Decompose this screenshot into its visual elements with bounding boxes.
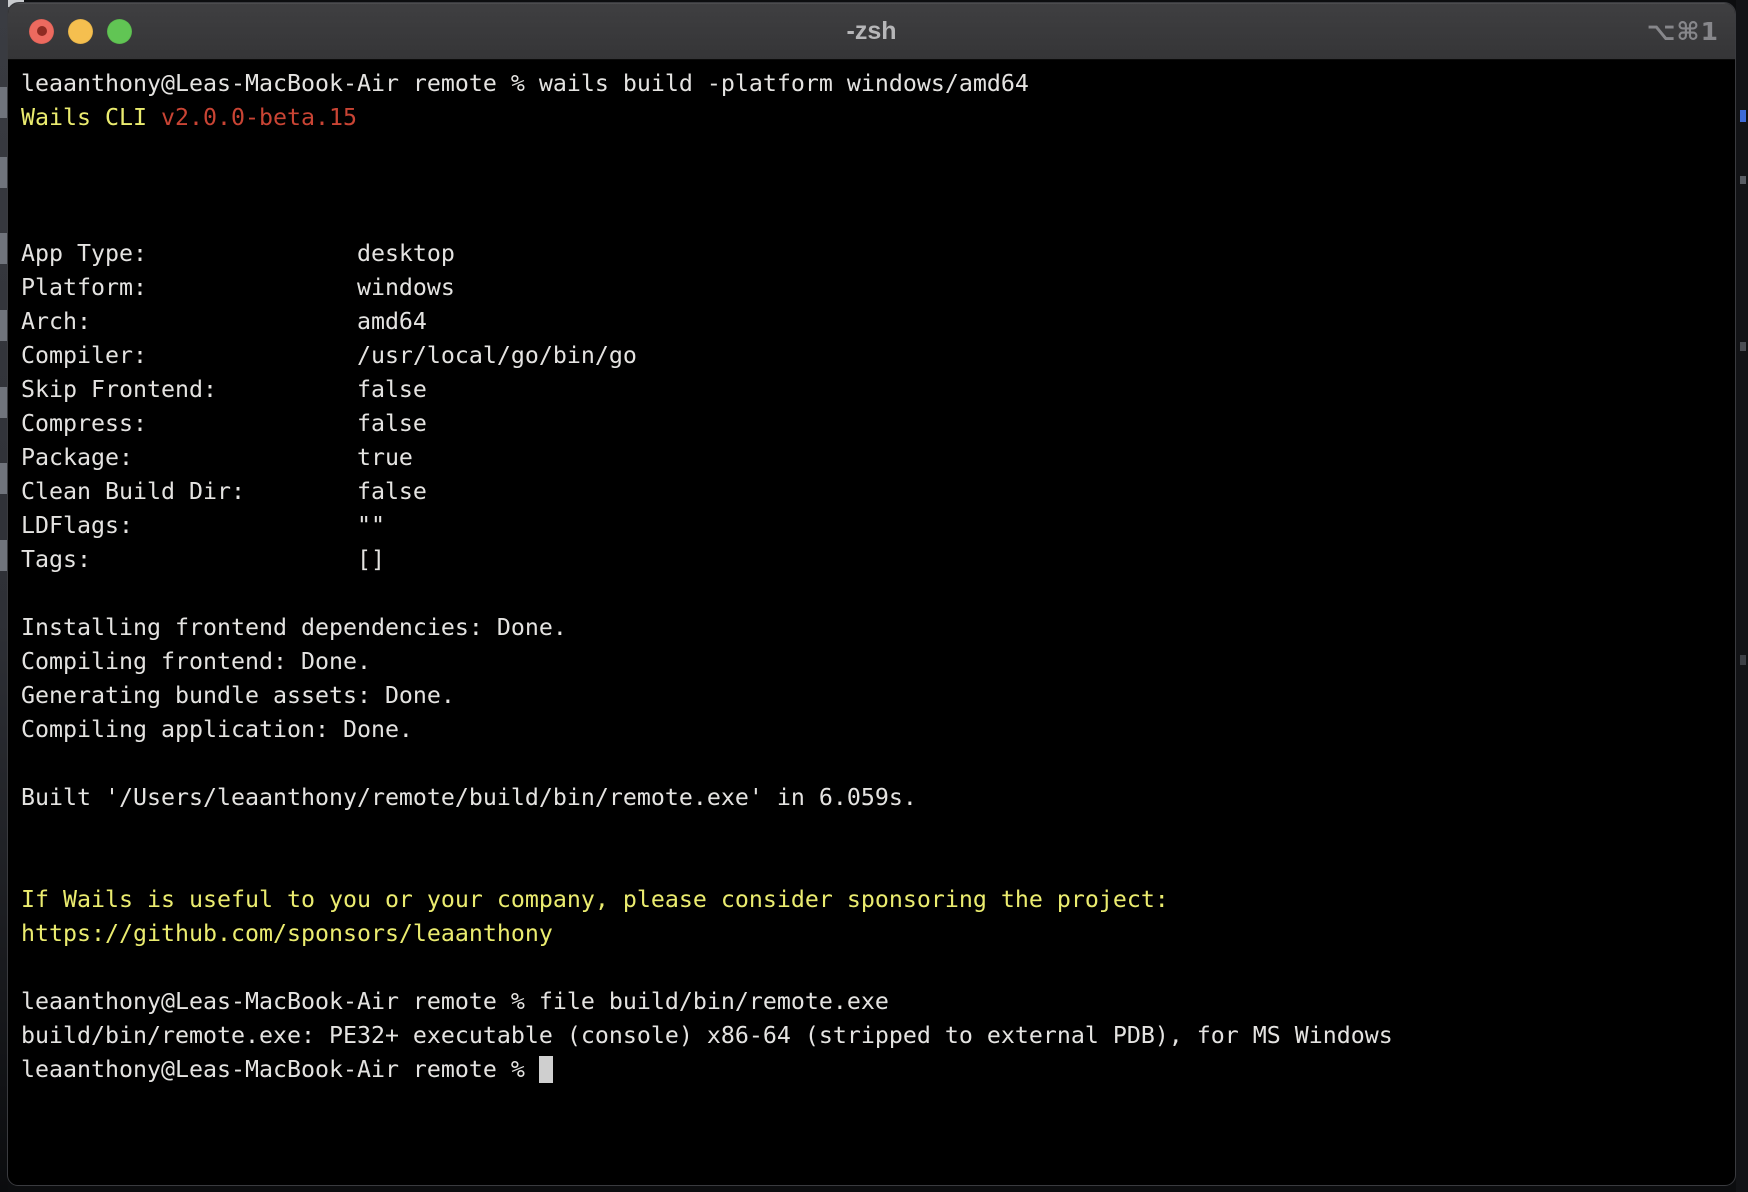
terminal-text: build/bin/remote.exe: PE32+ executable (… <box>21 1022 1393 1049</box>
traffic-lights <box>29 3 132 59</box>
terminal-text: Arch: amd64 <box>21 308 427 335</box>
terminal-window: -zsh ⌥⌘1 leaanthony@Leas-MacBook-Air rem… <box>7 2 1736 1186</box>
background-sliver-speck <box>1740 342 1746 351</box>
terminal-line: https://github.com/sponsors/leaanthony <box>21 917 1722 951</box>
terminal-text: Compress: false <box>21 410 427 437</box>
terminal-line: Generating bundle assets: Done. <box>21 679 1722 713</box>
window-title: -zsh <box>8 3 1735 59</box>
terminal-line: Clean Build Dir: false <box>21 475 1722 509</box>
window-shortcut-badge: ⌥⌘1 <box>1647 3 1719 59</box>
terminal-line: If Wails is useful to you or your compan… <box>21 883 1722 917</box>
terminal-line: leaanthony@Leas-MacBook-Air remote % wai… <box>21 67 1722 101</box>
terminal-text: Wails CLI <box>21 104 161 131</box>
terminal-text: Compiler: /usr/local/go/bin/go <box>21 342 637 369</box>
terminal-text: Built '/Users/leaanthony/remote/build/bi… <box>21 784 917 811</box>
close-icon <box>37 26 47 36</box>
background-sliver-speck <box>1740 110 1746 122</box>
terminal-line <box>21 747 1722 781</box>
terminal-text: Compiling application: Done. <box>21 716 413 743</box>
background-sliver-speck <box>1740 176 1746 184</box>
terminal-line <box>21 577 1722 611</box>
titlebar[interactable]: -zsh ⌥⌘1 <box>8 3 1735 60</box>
terminal-line <box>21 135 1722 169</box>
terminal-line: Compiling frontend: Done. <box>21 645 1722 679</box>
terminal-line <box>21 849 1722 883</box>
background-window-right-sliver <box>1736 0 1748 1192</box>
terminal-text: https://github.com/sponsors/leaanthony <box>21 920 553 947</box>
terminal-line: build/bin/remote.exe: PE32+ executable (… <box>21 1019 1722 1053</box>
terminal-line: Skip Frontend: false <box>21 373 1722 407</box>
terminal-text: leaanthony@Leas-MacBook-Air remote % wai… <box>21 70 1029 97</box>
terminal-line: Tags: [] <box>21 543 1722 577</box>
terminal-text: v2.0.0-beta.15 <box>161 104 357 131</box>
terminal-line <box>21 203 1722 237</box>
terminal-text: Clean Build Dir: false <box>21 478 427 505</box>
terminal-text: Skip Frontend: false <box>21 376 427 403</box>
terminal-text: Installing frontend dependencies: Done. <box>21 614 567 641</box>
terminal-line: App Type: desktop <box>21 237 1722 271</box>
terminal-text: Compiling frontend: Done. <box>21 648 371 675</box>
terminal-line <box>21 951 1722 985</box>
terminal-text: App Type: desktop <box>21 240 455 267</box>
terminal-line: leaanthony@Leas-MacBook-Air remote % fil… <box>21 985 1722 1019</box>
terminal-text: LDFlags: "" <box>21 512 385 539</box>
terminal-text: Package: true <box>21 444 413 471</box>
terminal-line: leaanthony@Leas-MacBook-Air remote % <box>21 1053 1722 1087</box>
terminal-line: Arch: amd64 <box>21 305 1722 339</box>
cursor <box>539 1056 553 1083</box>
terminal-line <box>21 815 1722 849</box>
terminal-line: Wails CLI v2.0.0-beta.15 <box>21 101 1722 135</box>
terminal-line: Package: true <box>21 441 1722 475</box>
terminal-line: Compiling application: Done. <box>21 713 1722 747</box>
terminal-line: Installing frontend dependencies: Done. <box>21 611 1722 645</box>
terminal-text: Generating bundle assets: Done. <box>21 682 455 709</box>
terminal-text: Tags: [] <box>21 546 385 573</box>
background-sliver-speck <box>1740 655 1746 665</box>
terminal-text: leaanthony@Leas-MacBook-Air remote % <box>21 1056 539 1083</box>
terminal-line <box>21 169 1722 203</box>
terminal-line: Built '/Users/leaanthony/remote/build/bi… <box>21 781 1722 815</box>
terminal-line: Compress: false <box>21 407 1722 441</box>
terminal-line: LDFlags: "" <box>21 509 1722 543</box>
close-button[interactable] <box>29 19 54 44</box>
terminal-screen[interactable]: leaanthony@Leas-MacBook-Air remote % wai… <box>8 60 1735 1087</box>
terminal-text: leaanthony@Leas-MacBook-Air remote % fil… <box>21 988 889 1015</box>
zoom-button[interactable] <box>107 19 132 44</box>
terminal-line: Platform: windows <box>21 271 1722 305</box>
terminal-text: Platform: windows <box>21 274 455 301</box>
minimize-button[interactable] <box>68 19 93 44</box>
terminal-line: Compiler: /usr/local/go/bin/go <box>21 339 1722 373</box>
terminal-text: If Wails is useful to you or your compan… <box>21 886 1169 913</box>
